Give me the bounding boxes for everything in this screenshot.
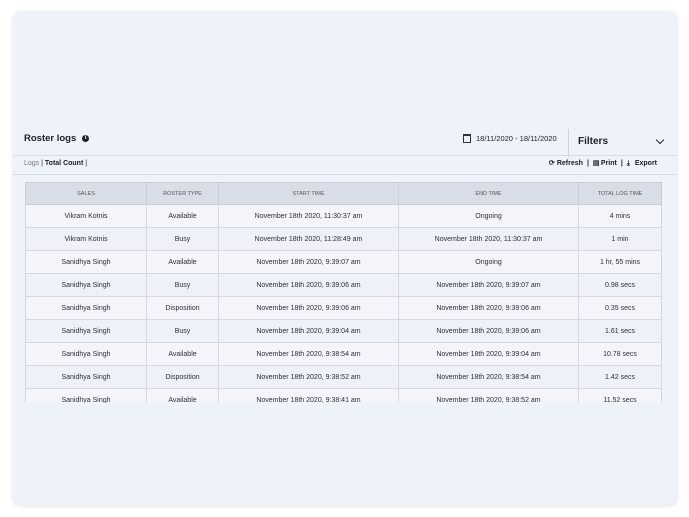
table-header-row: SALES ROSTER TYPE START TIME END TIME TO… xyxy=(25,182,662,205)
cell-sales: Sanidhya Singh xyxy=(25,296,147,320)
table-body: Vikram Kotnis Available November 18th 2020… xyxy=(25,204,662,403)
cell-sales: Sanidhya Singh xyxy=(25,342,147,366)
cell-roster-type: Busy xyxy=(146,319,219,343)
cell-start-time: November 18th 2020, 9:39:07 am xyxy=(218,250,399,274)
refresh-icon: ⟳ xyxy=(548,159,555,167)
cell-start-time: November 18th 2020, 11:28:49 am xyxy=(218,227,399,251)
cell-sales: Vikram Kotnis xyxy=(25,204,147,228)
cell-total-log-time: 1 hr, 55 mins xyxy=(578,250,662,274)
table-row[interactable]: Vikram Kotnis Available November 18th 2020… xyxy=(25,204,662,228)
cell-end-time: November 18th 2020, 9:39:06 am xyxy=(398,296,579,320)
column-header-sales[interactable]: SALES xyxy=(25,182,147,205)
cell-start-time: November 18th 2020, 9:39:06 am xyxy=(218,273,399,297)
tab-separator: | xyxy=(41,160,43,167)
export-label: Export xyxy=(634,160,657,167)
cell-roster-type: Available xyxy=(146,204,219,228)
roster-logs-panel: Roster logs i 18/11/2020 - 18/11/2020 Fi… xyxy=(13,11,677,505)
calendar-icon xyxy=(463,134,471,143)
cell-sales: Sanidhya Singh xyxy=(25,273,147,297)
cell-roster-type: Available xyxy=(146,388,219,403)
cell-sales: Vikram Kotnis xyxy=(25,227,147,251)
table-row[interactable]: Vikram Kotnis Busy November 18th 2020, 11:… xyxy=(25,227,662,251)
cell-end-time: Ongoing xyxy=(398,204,579,228)
cell-start-time: November 18th 2020, 9:38:54 am xyxy=(218,342,399,366)
cell-roster-type: Busy xyxy=(146,227,219,251)
table-row[interactable]: Sanidhya Singh Available November 18th 202… xyxy=(25,342,662,366)
cell-roster-type: Disposition xyxy=(146,365,219,389)
cell-sales: Sanidhya Singh xyxy=(25,319,147,343)
cell-end-time: November 18th 2020, 9:38:52 am xyxy=(398,388,579,403)
refresh-label: Refresh xyxy=(556,160,583,167)
filters-label: Filters xyxy=(578,135,609,147)
print-icon: ▤ xyxy=(592,159,600,167)
filters-dropdown[interactable]: Filters xyxy=(578,132,665,150)
info-icon[interactable]: i xyxy=(82,135,90,142)
date-range-text: 18/11/2020 - 18/11/2020 xyxy=(476,134,557,143)
cell-roster-type: Available xyxy=(146,250,219,274)
cell-end-time: November 18th 2020, 9:39:06 am xyxy=(398,319,579,343)
cell-total-log-time: 1.42 secs xyxy=(578,365,662,389)
cell-total-log-time: 0.35 secs xyxy=(578,296,662,320)
cell-start-time: November 18th 2020, 9:38:41 am xyxy=(218,388,399,403)
table-row[interactable]: Sanidhya Singh Busy November 18th 2020, 9:… xyxy=(25,319,662,343)
cell-start-time: November 18th 2020, 9:39:06 am xyxy=(218,296,399,320)
table-row[interactable]: Sanidhya Singh Disposition November 18th 2… xyxy=(25,365,662,389)
cell-end-time: Ongoing xyxy=(398,250,579,274)
cell-total-log-time: 10.78 secs xyxy=(578,342,662,366)
cell-end-time: November 18th 2020, 9:39:04 am xyxy=(398,342,579,366)
chevron-down-icon xyxy=(655,135,665,144)
date-range-picker[interactable]: 18/11/2020 - 18/11/2020 xyxy=(463,134,557,143)
toolbar-actions: ⟳ Refresh | ▤ Print | ⤓ Export xyxy=(548,159,657,168)
cell-total-log-time: 0.98 secs xyxy=(578,273,662,297)
cell-start-time: November 18th 2020, 9:39:04 am xyxy=(218,319,399,343)
export-button[interactable]: ⤓ Export xyxy=(626,159,657,168)
tab-logs[interactable]: Logs xyxy=(24,160,39,167)
column-header-roster-type[interactable]: ROSTER TYPE xyxy=(146,182,219,205)
cell-total-log-time: 1.61 secs xyxy=(578,319,662,343)
cell-end-time: November 18th 2020, 9:39:07 am xyxy=(398,273,579,297)
cell-start-time: November 18th 2020, 11:30:37 am xyxy=(218,204,399,228)
cell-total-log-time: 1 min xyxy=(578,227,662,251)
cell-start-time: November 18th 2020, 9:38:52 am xyxy=(218,365,399,389)
cell-total-log-time: 4 mins xyxy=(578,204,662,228)
roster-log-table: SALES ROSTER TYPE START TIME END TIME TO… xyxy=(25,182,662,403)
cell-roster-type: Available xyxy=(146,342,219,366)
cell-sales: Sanidhya Singh xyxy=(25,365,147,389)
page-title: Roster logs i xyxy=(24,133,90,144)
log-tabs: Logs | Total Count | xyxy=(24,160,87,167)
tab-total-count[interactable]: Total Count xyxy=(45,160,83,167)
column-header-total-log-time[interactable]: TOTAL LOG TIME xyxy=(578,182,662,205)
export-icon: ⤓ xyxy=(626,159,630,167)
table-row[interactable]: Sanidhya Singh Available November 18th 202… xyxy=(25,250,662,274)
refresh-button[interactable]: ⟳ Refresh xyxy=(548,159,583,168)
cell-sales: Sanidhya Singh xyxy=(25,250,147,274)
page-title-text: Roster logs xyxy=(24,133,77,144)
panel-header: Roster logs i 18/11/2020 - 18/11/2020 Fi… xyxy=(13,125,677,157)
tab-separator-trailing: | xyxy=(85,160,88,167)
column-header-end-time[interactable]: END TIME xyxy=(398,182,579,205)
cell-end-time: November 18th 2020, 9:38:54 am xyxy=(398,365,579,389)
action-separator: | xyxy=(586,160,589,167)
table-row[interactable]: Sanidhya Singh Disposition November 18th 2… xyxy=(25,296,662,320)
roster-log-table-container[interactable]: SALES ROSTER TYPE START TIME END TIME TO… xyxy=(25,182,662,403)
print-button[interactable]: ▤ Print xyxy=(592,159,617,168)
table-row[interactable]: Sanidhya Singh Available November 18th 202… xyxy=(25,388,662,403)
print-label: Print xyxy=(600,160,617,167)
column-header-start-time[interactable]: START TIME xyxy=(218,182,399,205)
cell-roster-type: Disposition xyxy=(146,296,219,320)
cell-sales: Sanidhya Singh xyxy=(25,388,147,403)
header-divider xyxy=(568,129,569,157)
cell-total-log-time: 11.52 secs xyxy=(578,388,662,403)
log-toolbar: Logs | Total Count | ⟳ Refresh | ▤ Print… xyxy=(13,156,677,175)
cell-roster-type: Busy xyxy=(146,273,219,297)
cell-end-time: November 18th 2020, 11:30:37 am xyxy=(398,227,579,251)
table-row[interactable]: Sanidhya Singh Busy November 18th 2020, 9:… xyxy=(25,273,662,297)
action-separator: | xyxy=(620,160,623,167)
